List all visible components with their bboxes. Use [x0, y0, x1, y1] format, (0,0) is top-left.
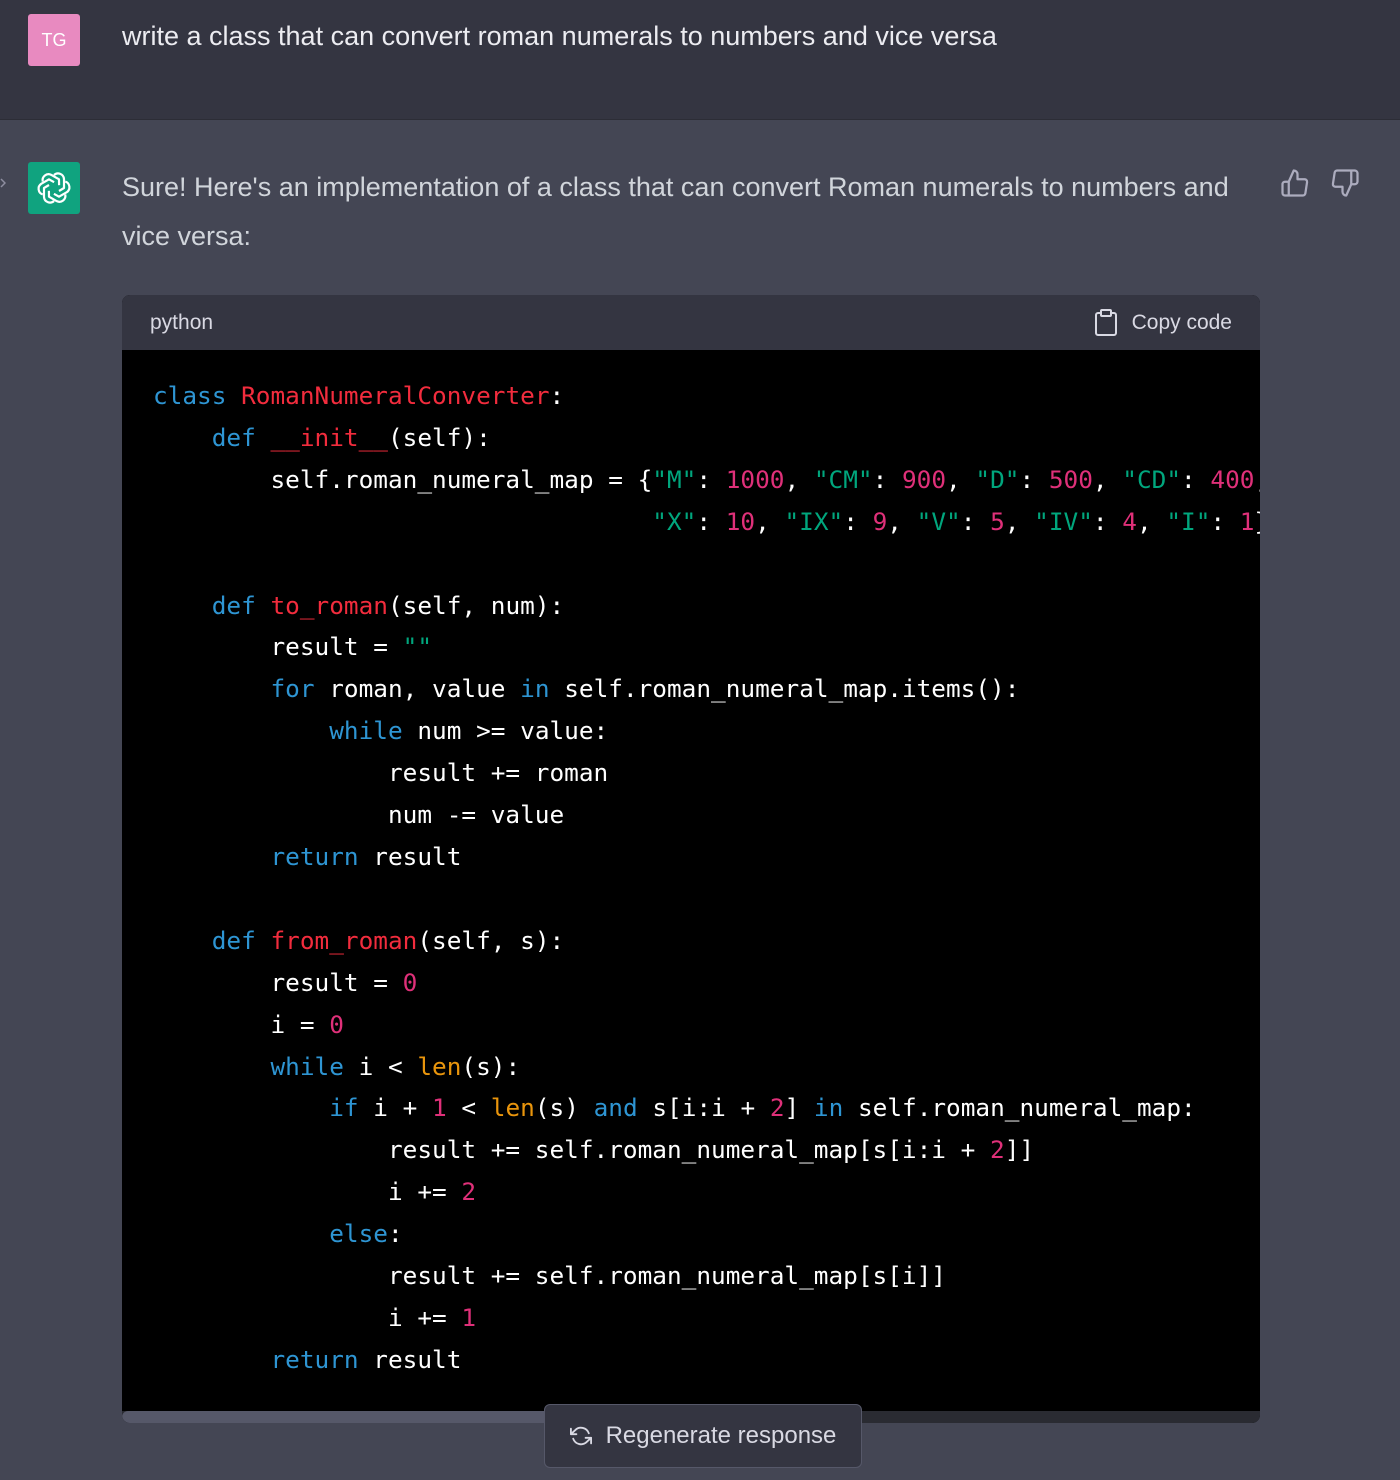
regenerate-label: Regenerate response	[605, 1422, 837, 1449]
code-line: for roman, value in self.roman_numeral_m…	[270, 674, 1020, 704]
copy-code-label: Copy code	[1131, 311, 1232, 334]
code-body: class RomanNumeralConverter: def __init_…	[153, 375, 1260, 1381]
code-line: self.roman_numeral_map = {"M": 1000, "CM…	[153, 464, 1260, 494]
code-line: if i + 1 < len(s) and s[i:i + 2] in self…	[329, 1093, 1196, 1123]
code-line: "X": 10, "IX": 9, "V": 5, "IV": 4, "I": …	[652, 506, 1260, 536]
code-line: class RomanNumeralConverter:	[153, 381, 565, 410]
openai-logo-icon	[28, 162, 80, 214]
code-line: result += roman	[153, 758, 609, 788]
code-line: while i < len(s):	[270, 1051, 521, 1081]
thumbs-up-icon[interactable]	[1280, 168, 1310, 198]
code-header: python Copy code	[122, 295, 1260, 350]
user-message-row: TG write a class that can convert roman …	[0, 0, 1400, 120]
code-line: i += 2	[153, 1177, 477, 1207]
code-line: return result	[270, 841, 462, 871]
thumbs-down-icon[interactable]	[1330, 168, 1360, 198]
user-avatar: TG	[28, 14, 80, 66]
assistant-message-text: Sure! Here's an implementation of a clas…	[122, 172, 1229, 251]
code-language-label: python	[150, 311, 214, 334]
regenerate-response-button[interactable]: Regenerate response	[544, 1404, 862, 1468]
code-line: result = ""	[153, 632, 433, 662]
code-line: result += self.roman_numeral_map[s[i]]	[153, 1261, 946, 1291]
user-message-text: write a class that can convert roman num…	[122, 21, 997, 51]
code-line: i = 0	[153, 1009, 344, 1039]
code-line: num -= value	[153, 800, 565, 830]
code-line: result += self.roman_numeral_map[s[i:i +…	[153, 1135, 1035, 1165]
code-block: python Copy code class RomanNumeralConve…	[122, 295, 1260, 1423]
code-line: return result	[270, 1344, 462, 1374]
code-line: result = 0	[153, 967, 418, 997]
scrollbar-thumb[interactable]	[122, 1411, 592, 1423]
code-line: else:	[329, 1219, 403, 1249]
code-line: def from_roman(self, s):	[211, 925, 565, 955]
chevron-right-icon	[0, 178, 7, 188]
code-line: def __init__(self):	[211, 422, 491, 452]
code-line: def to_roman(self, num):	[211, 590, 565, 620]
code-text: class RomanNumeralConverter: def __init_…	[153, 375, 1260, 1381]
copy-code-button[interactable]: Copy code	[1094, 308, 1232, 338]
refresh-icon	[569, 1426, 592, 1446]
code-line: while num >= value:	[329, 716, 609, 746]
code-line: i += 1	[153, 1302, 477, 1332]
clipboard-icon	[1094, 309, 1117, 336]
